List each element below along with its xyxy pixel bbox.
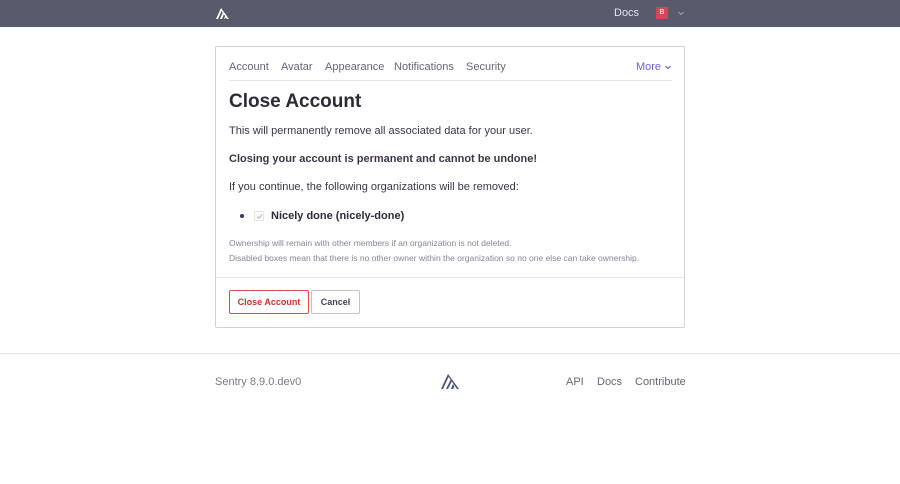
version-text: Sentry 8.9.0.dev0 bbox=[215, 376, 302, 388]
intro-text: This will permanently remove all associa… bbox=[229, 125, 533, 137]
avatar[interactable]: B bbox=[656, 7, 668, 19]
footer-link-docs[interactable]: Docs bbox=[597, 376, 622, 388]
more-label: More bbox=[635, 61, 661, 73]
check-icon bbox=[256, 214, 263, 220]
tab-account[interactable]: Account bbox=[229, 61, 269, 73]
help-text-disabled: Disabled boxes mean that there is no oth… bbox=[229, 253, 640, 263]
cancel-button[interactable]: Cancel bbox=[311, 290, 360, 314]
sentry-logo-icon bbox=[441, 374, 459, 389]
chevron-down-icon[interactable] bbox=[677, 9, 685, 17]
top-navbar: Docs B bbox=[0, 0, 900, 27]
tab-appearance[interactable]: Appearance bbox=[325, 61, 384, 73]
more-tab-dropdown[interactable]: More bbox=[636, 61, 672, 73]
settings-panel: Account Avatar Appearance Notifications … bbox=[215, 46, 685, 328]
orgs-intro-text: If you continue, the following organizat… bbox=[229, 181, 519, 193]
help-text-ownership: Ownership will remain with other members… bbox=[229, 238, 512, 248]
docs-link[interactable]: Docs bbox=[614, 7, 639, 19]
tab-notifications[interactable]: Notifications bbox=[394, 61, 454, 73]
footer-divider bbox=[0, 353, 900, 354]
page-title: Close Account bbox=[229, 91, 362, 112]
list-item: Nicely done (nicely-done) bbox=[240, 209, 404, 223]
organization-checkbox[interactable] bbox=[254, 211, 264, 221]
sentry-logo-icon[interactable] bbox=[215, 6, 230, 20]
warning-text: Closing your account is permanent and ca… bbox=[229, 153, 538, 165]
chevron-down-icon bbox=[665, 65, 671, 70]
bullet bbox=[240, 214, 244, 218]
divider bbox=[216, 277, 684, 278]
tab-avatar[interactable]: Avatar bbox=[281, 61, 313, 73]
footer-link-contribute[interactable]: Contribute bbox=[635, 376, 686, 388]
footer-link-api[interactable]: API bbox=[566, 376, 584, 388]
close-account-button[interactable]: Close Account bbox=[229, 290, 309, 314]
tab-security[interactable]: Security bbox=[466, 61, 506, 73]
settings-tabs: Account Avatar Appearance Notifications … bbox=[229, 47, 672, 81]
organization-label: Nicely done (nicely-done) bbox=[271, 210, 405, 222]
